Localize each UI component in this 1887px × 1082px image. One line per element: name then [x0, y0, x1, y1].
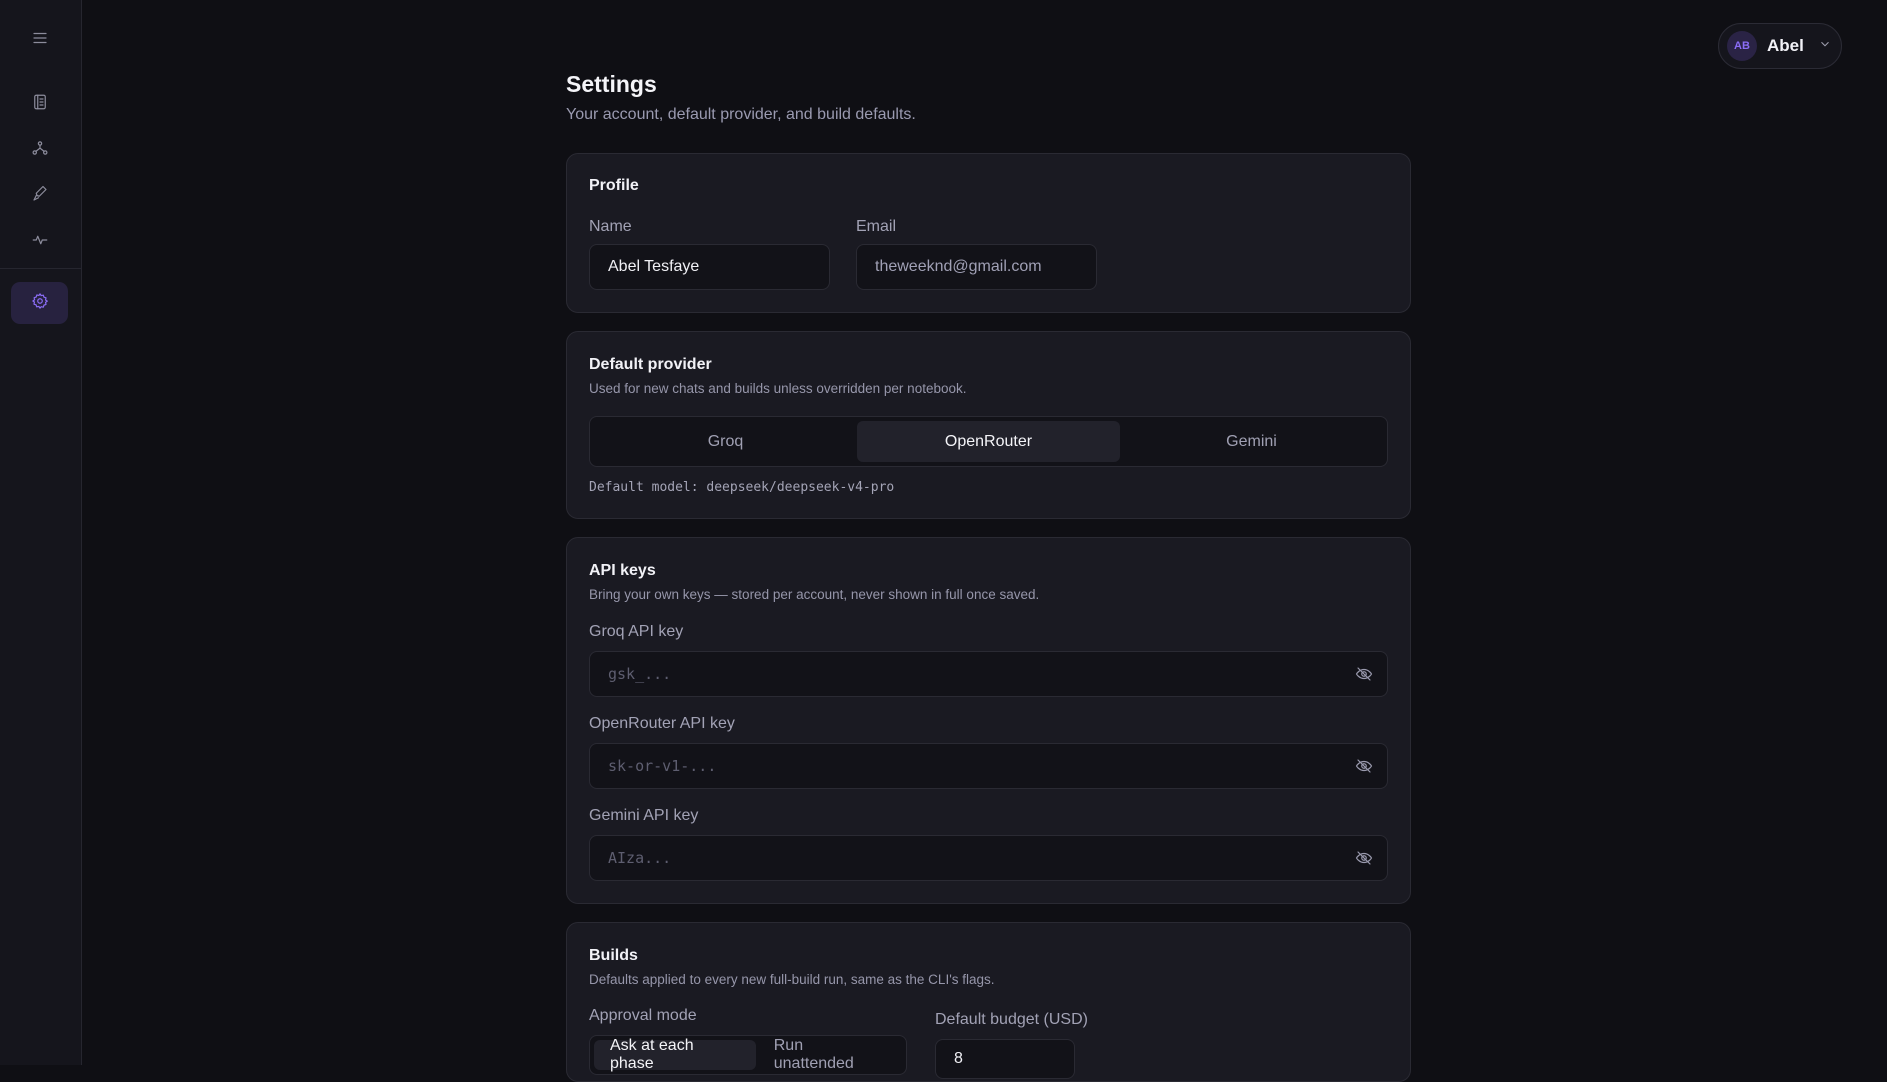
sidebar-item-graph[interactable] [11, 129, 68, 171]
notebook-icon [31, 93, 49, 116]
provider-selector: Groq OpenRouter Gemini [589, 416, 1388, 467]
groq-key-label: Groq API key [589, 623, 684, 640]
provider-option-groq[interactable]: Groq [594, 421, 857, 462]
sidebar-item-tools[interactable] [11, 175, 68, 217]
profile-card: Profile Name Abel Tesfaye Email theweekn… [566, 153, 1411, 313]
groq-key-input[interactable]: gsk_... [589, 651, 1388, 697]
approval-option-unattended[interactable]: Run unattended [758, 1037, 902, 1072]
email-input[interactable]: theweeknd@gmail.com [856, 244, 1097, 290]
openrouter-key-input[interactable]: sk-or-v1-... [589, 743, 1388, 789]
sidebar [0, 0, 82, 1065]
user-menu-button[interactable]: AB Abel [1718, 23, 1842, 69]
activity-icon [31, 231, 49, 254]
sidebar-divider [0, 268, 82, 269]
name-label: Name [589, 218, 632, 235]
builds-card: Builds Defaults applied to every new ful… [566, 922, 1411, 1082]
openrouter-key-label: OpenRouter API key [589, 715, 735, 732]
tools-icon [31, 185, 49, 208]
sidebar-item-notebooks[interactable] [11, 83, 68, 125]
profile-title: Profile [589, 177, 639, 194]
builds-title: Builds [589, 947, 638, 964]
avatar: AB [1727, 31, 1757, 61]
eye-off-icon[interactable] [1355, 849, 1373, 867]
gemini-key-label: Gemini API key [589, 807, 699, 824]
eye-off-icon[interactable] [1355, 757, 1373, 775]
email-label: Email [856, 218, 897, 235]
provider-description: Used for new chats and builds unless ove… [589, 381, 967, 396]
chevron-down-icon [1814, 37, 1832, 56]
default-model-note: Default model: deepseek/deepseek-v4-pro [589, 480, 895, 495]
eye-off-icon[interactable] [1355, 665, 1373, 683]
sidebar-item-settings[interactable] [11, 282, 68, 324]
sidebar-item-activity[interactable] [11, 221, 68, 263]
provider-option-gemini[interactable]: Gemini [1120, 421, 1383, 462]
approval-option-ask[interactable]: Ask at each phase [594, 1037, 756, 1072]
default-provider-card: Default provider Used for new chats and … [566, 331, 1411, 519]
provider-option-openrouter[interactable]: OpenRouter [857, 421, 1120, 462]
menu-icon [31, 29, 49, 52]
graph-icon [31, 139, 49, 162]
api-keys-title: API keys [589, 562, 656, 579]
provider-title: Default provider [589, 356, 712, 373]
approval-mode-selector: Ask at each phase Run unattended [589, 1035, 907, 1075]
api-keys-description: Bring your own keys — stored per account… [589, 587, 1040, 602]
builds-description: Defaults applied to every new full-build… [589, 972, 995, 987]
page-title: Settings [566, 71, 657, 97]
approval-mode-label: Approval mode [589, 1007, 697, 1024]
menu-button[interactable] [11, 19, 68, 61]
api-keys-card: API keys Bring your own keys — stored pe… [566, 537, 1411, 904]
budget-input[interactable]: 8 [935, 1039, 1075, 1079]
page-subtitle: Your account, default provider, and buil… [566, 106, 916, 123]
name-input[interactable]: Abel Tesfaye [589, 244, 830, 290]
settings-icon [31, 292, 49, 315]
user-name: Abel [1767, 36, 1804, 55]
gemini-key-input[interactable]: AIza... [589, 835, 1388, 881]
budget-label: Default budget (USD) [935, 1011, 1088, 1028]
